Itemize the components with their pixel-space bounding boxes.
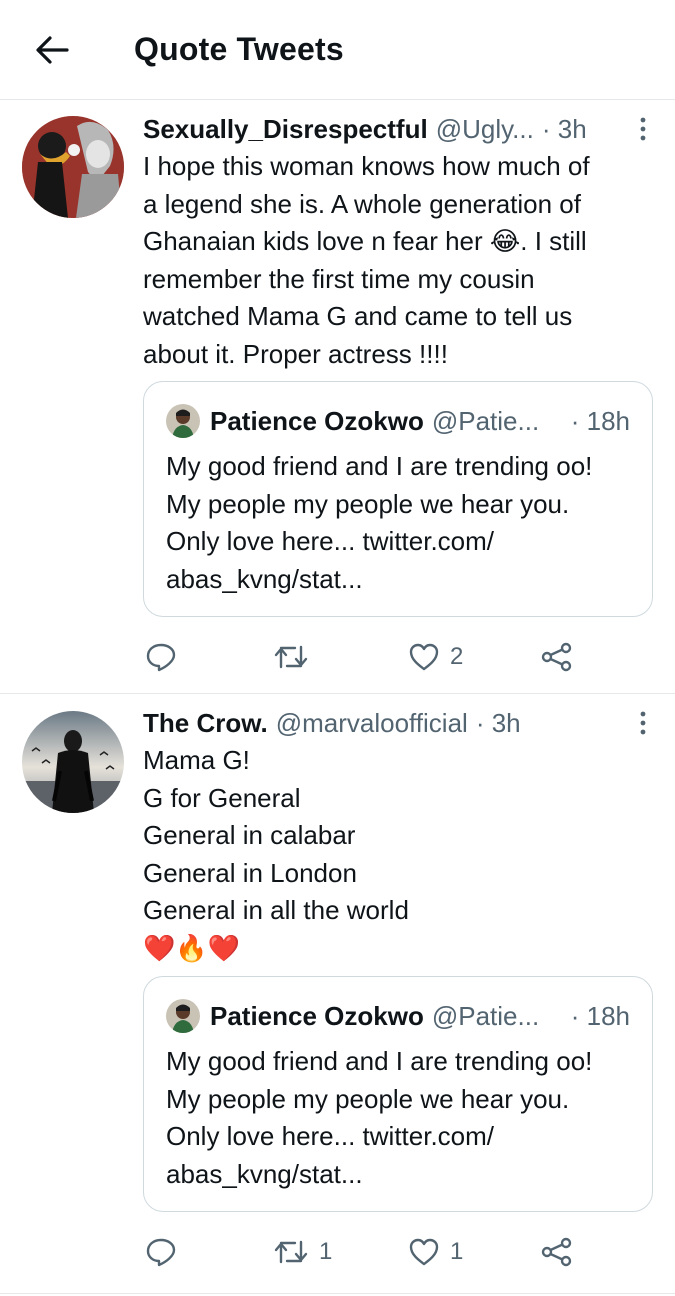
like-count: 2 xyxy=(450,643,464,670)
like-button[interactable]: 1 xyxy=(408,1237,463,1267)
more-vertical-icon xyxy=(640,711,646,735)
heart-icon xyxy=(409,1238,439,1266)
avatar[interactable] xyxy=(22,711,124,813)
tweet-header: Sexually_Disrespectful @Ugly... · 3h xyxy=(143,112,653,146)
page-title: Quote Tweets xyxy=(134,31,344,67)
retweet-button[interactable] xyxy=(273,643,319,671)
tweet[interactable]: The Crow. @marvaloofficial · 3h Mama G! … xyxy=(0,694,675,1294)
retweet-count: 1 xyxy=(319,1238,333,1265)
tweet-text-line: Mama G! xyxy=(143,745,250,775)
tweet-text: I hope this woman knows how much of a le… xyxy=(143,148,653,374)
like-count: 1 xyxy=(450,1238,464,1265)
author-name[interactable]: The Crow. xyxy=(143,708,268,739)
top-bar: Quote Tweets xyxy=(0,0,675,100)
tweet-actions: 2 xyxy=(143,637,653,677)
quoted-author-name: Patience Ozokwo xyxy=(210,405,424,436)
reply-icon xyxy=(146,1238,176,1267)
more-vertical-icon xyxy=(640,117,646,141)
tweet[interactable]: Sexually_Disrespectful @Ugly... · 3h I h… xyxy=(0,100,675,694)
reply-button[interactable] xyxy=(145,1237,187,1267)
reply-icon xyxy=(146,643,176,672)
tweet-actions: 1 1 xyxy=(143,1232,653,1272)
share-button[interactable] xyxy=(541,642,573,672)
tweet-header: The Crow. @marvaloofficial · 3h xyxy=(143,706,653,740)
share-button[interactable] xyxy=(541,1237,573,1267)
emoji-line: ❤️🔥❤️ xyxy=(143,932,241,963)
author-handle[interactable]: @Ugly... xyxy=(436,114,534,145)
timestamp[interactable]: · 3h xyxy=(542,114,587,145)
timestamp[interactable]: · 3h xyxy=(476,708,521,739)
quoted-tweet-header: Patience Ozokwo @Patie... · 18h xyxy=(166,999,630,1033)
quoted-text-line: My people my people we hear you. xyxy=(166,488,570,519)
quoted-text-line: abas_kvng/stat... xyxy=(166,563,363,594)
quoted-text-line: abas_kvng/stat... xyxy=(166,1158,363,1189)
heart-icon xyxy=(409,643,439,671)
like-button[interactable]: 2 xyxy=(408,642,463,672)
quoted-text-line: Only love here... twitter.com/ xyxy=(166,526,495,557)
tweet-text-line: Ghanaian kids love n fear her 😂. I still xyxy=(143,226,587,257)
quoted-text-line: My good friend and I are trending oo! xyxy=(166,451,593,481)
quoted-author-name: Patience Ozokwo xyxy=(210,1000,424,1031)
tweet-text-line: G for General xyxy=(143,782,301,813)
quoted-timestamp: · 18h xyxy=(570,1000,630,1031)
tweet-content: The Crow. @marvaloofficial · 3h Mama G! … xyxy=(143,706,653,968)
quoted-avatar xyxy=(166,999,200,1033)
quoted-text-line: My people my people we hear you. xyxy=(166,1083,570,1114)
tweet-text-line: General in all the world xyxy=(143,895,409,926)
author-name[interactable]: Sexually_Disrespectful xyxy=(143,114,428,145)
tweet-text-line: watched Mama G and came to tell us xyxy=(143,301,573,332)
quoted-tweet-text: My good friend and I are trending oo! My… xyxy=(166,1043,630,1193)
tweet-text-line: General in London xyxy=(143,857,357,888)
reply-button[interactable] xyxy=(145,642,187,672)
quoted-tweet[interactable]: Patience Ozokwo @Patie... · 18h My good … xyxy=(143,381,653,617)
quoted-author-handle: @Patie... xyxy=(431,1000,540,1031)
share-icon xyxy=(541,642,572,672)
tweet-content: Sexually_Disrespectful @Ugly... · 3h I h… xyxy=(143,112,653,374)
tweet-text-line: I hope this woman knows how much of xyxy=(143,151,590,181)
tweet-text-line: remember the first time my cousin xyxy=(143,263,535,294)
retweet-icon xyxy=(274,1240,308,1264)
quoted-text-line: My good friend and I are trending oo! xyxy=(166,1046,593,1076)
quoted-text-line: Only love here... twitter.com/ xyxy=(166,1121,495,1152)
quoted-timestamp: · 18h xyxy=(570,405,630,436)
retweet-icon xyxy=(274,645,308,669)
tweet-text-line: a legend she is. A whole generation of xyxy=(143,188,581,219)
tweet-text: Mama G! G for General General in calabar… xyxy=(143,742,653,968)
quoted-tweet-text: My good friend and I are trending oo! My… xyxy=(166,448,630,598)
arrow-left-icon xyxy=(36,35,69,64)
more-options-button[interactable] xyxy=(631,708,655,738)
author-handle[interactable]: @marvaloofficial xyxy=(276,708,468,739)
back-button[interactable] xyxy=(22,20,82,80)
quoted-tweet-header: Patience Ozokwo @Patie... · 18h xyxy=(166,404,630,438)
more-options-button[interactable] xyxy=(631,114,655,144)
tweet-text-line: about it. Proper actress !!!! xyxy=(143,338,448,369)
quoted-tweet[interactable]: Patience Ozokwo @Patie... · 18h My good … xyxy=(143,976,653,1212)
retweet-button[interactable]: 1 xyxy=(273,1238,332,1266)
share-icon xyxy=(541,1237,572,1267)
avatar[interactable] xyxy=(22,116,124,218)
quoted-avatar xyxy=(166,404,200,438)
tweet-text-line: General in calabar xyxy=(143,820,356,851)
quoted-author-handle: @Patie... xyxy=(431,405,540,436)
